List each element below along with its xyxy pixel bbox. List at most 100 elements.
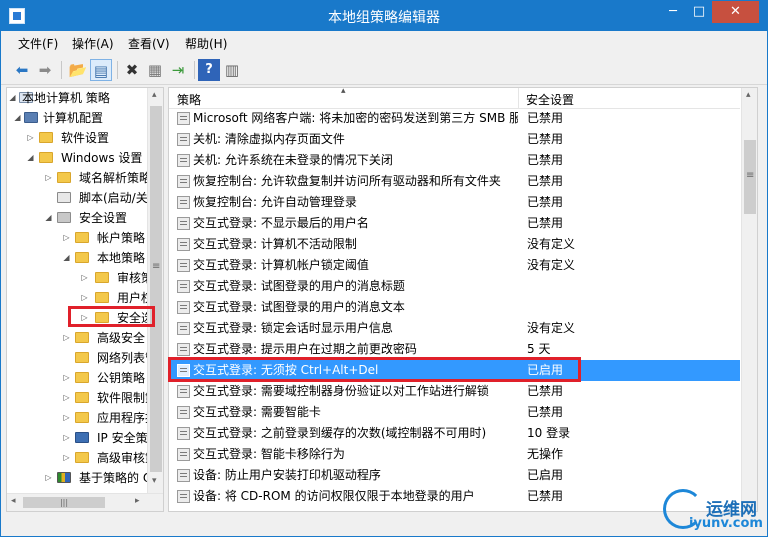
extended-view-icon[interactable]: ▥: [221, 59, 243, 81]
folder-icon: [75, 252, 89, 263]
menu-file[interactable]: 文件(F): [18, 35, 58, 52]
expand-arrow-icon[interactable]: ▷: [62, 368, 71, 388]
console-tree[interactable]: ◢ 本地计算机 策略 ◢ 计算机配置 ▷ 软件设置 ◢ Windows 设置 ▷…: [6, 87, 164, 512]
tree-horizontal-scrollbar[interactable]: ◂ ||| ▸: [7, 493, 163, 511]
table-row[interactable]: 交互式登录: 需要域控制器身份验证以对工作站进行解锁 已禁用: [169, 381, 740, 402]
highlight-selected-policy: [168, 357, 581, 382]
delete-icon[interactable]: ✖: [121, 59, 143, 81]
policy-icon: [177, 154, 190, 167]
column-header-security-setting[interactable]: 安全设置: [526, 91, 574, 108]
table-row[interactable]: Microsoft 网络客户端: 将未加密的密码发送到第三方 SMB 服务器 已禁…: [169, 108, 740, 129]
policy-value: 已禁用: [527, 384, 564, 398]
policy-icon: [177, 385, 190, 398]
policy-icon: [177, 469, 190, 482]
table-row[interactable]: 恢复控制台: 允许自动管理登录 已禁用: [169, 192, 740, 213]
expand-arrow-icon[interactable]: ▷: [62, 328, 71, 348]
list-vertical-scrollbar[interactable]: ▴ ≡: [741, 88, 757, 511]
tree-item-label: 帐户策略: [97, 231, 146, 245]
toolbar-separator: [194, 61, 195, 79]
tree-item-label: 网络列表管理器策略: [97, 351, 147, 365]
table-row[interactable]: 交互式登录: 之前登录到缓存的次数(域控制器不可用时) 10 登录: [169, 423, 740, 444]
table-row[interactable]: 恢复控制台: 允许软盘复制并访问所有驱动器和所有文件夹 已禁用: [169, 171, 740, 192]
toolbar-separator: [117, 61, 118, 79]
expand-arrow-icon[interactable]: ▷: [62, 228, 71, 248]
collapse-arrow-icon[interactable]: ◢: [62, 248, 71, 268]
scroll-right-icon[interactable]: ▸: [135, 496, 140, 506]
list-scroll-thumb[interactable]: ≡: [744, 140, 756, 214]
column-divider[interactable]: [518, 88, 519, 109]
tree-item-label: 软件限制策略: [97, 391, 147, 405]
policy-value: 没有定义: [527, 258, 576, 272]
scroll-up-icon[interactable]: ▴: [152, 90, 157, 100]
tree-item-label: 域名解析策略: [79, 171, 147, 185]
folder-icon: [75, 452, 89, 463]
tree-item-label: 用户权限分配: [117, 291, 147, 305]
minimize-button[interactable]: ─: [660, 1, 686, 23]
table-row[interactable]: 交互式登录: 需要智能卡 已禁用: [169, 402, 740, 423]
tree-hscroll-thumb[interactable]: |||: [23, 497, 105, 508]
folder-icon: [39, 132, 53, 143]
policy-value: 已禁用: [527, 405, 564, 419]
forward-icon[interactable]: ➡: [34, 59, 56, 81]
back-icon[interactable]: ⬅: [11, 59, 33, 81]
table-row[interactable]: 关机: 允许系统在未登录的情况下关闭 已禁用: [169, 150, 740, 171]
scroll-down-icon[interactable]: ▾: [152, 476, 157, 486]
scroll-left-icon[interactable]: ◂: [11, 496, 16, 506]
sort-ascending-icon: ▴: [341, 87, 346, 96]
expand-arrow-icon[interactable]: ▷: [62, 408, 71, 428]
expand-arrow-icon[interactable]: ▷: [62, 428, 71, 448]
collapse-arrow-icon[interactable]: ◢: [26, 148, 35, 168]
expand-arrow-icon[interactable]: ▷: [44, 168, 53, 188]
policy-value: 已禁用: [527, 489, 564, 503]
menu-view[interactable]: 查看(V): [128, 35, 170, 52]
help-icon[interactable]: ?: [198, 59, 220, 81]
scroll-up-icon[interactable]: ▴: [746, 90, 751, 100]
policy-name: 交互式登录: 计算机不活动限制: [193, 237, 357, 251]
table-row[interactable]: 交互式登录: 不显示最后的用户名 已禁用: [169, 213, 740, 234]
table-row[interactable]: 关机: 清除虚拟内存页面文件 已禁用: [169, 129, 740, 150]
table-row[interactable]: 设备: 将 CD-ROM 的访问权限仅限于本地登录的用户 已禁用: [169, 486, 740, 507]
collapse-arrow-icon[interactable]: ◢: [13, 108, 22, 128]
policy-icon: [177, 406, 190, 419]
table-row[interactable]: 交互式登录: 计算机不活动限制 没有定义: [169, 234, 740, 255]
export-icon[interactable]: ⇥: [167, 59, 189, 81]
collapse-arrow-icon[interactable]: ◢: [44, 208, 53, 228]
menu-help[interactable]: 帮助(H): [185, 35, 227, 52]
maximize-button[interactable]: □: [686, 1, 712, 23]
policy-value: 没有定义: [527, 237, 576, 251]
table-row[interactable]: 交互式登录: 计算机帐户锁定阈值 没有定义: [169, 255, 740, 276]
expand-arrow-icon[interactable]: ▷: [26, 128, 35, 148]
tree-scroll-thumb[interactable]: ≡: [150, 106, 162, 472]
policy-name: 交互式登录: 需要域控制器身份验证以对工作站进行解锁: [193, 384, 489, 398]
show-tree-icon[interactable]: ▤: [90, 59, 112, 81]
policy-name: 设备: 防止用户安装打印机驱动程序: [193, 468, 381, 482]
folder-icon: [75, 372, 89, 383]
expand-arrow-icon[interactable]: ▷: [62, 448, 71, 468]
table-row[interactable]: 交互式登录: 锁定会话时显示用户信息 没有定义: [169, 318, 740, 339]
expand-arrow-icon[interactable]: ▷: [44, 468, 53, 488]
policy-name: 恢复控制台: 允许自动管理登录: [193, 195, 357, 209]
policy-icon: [177, 343, 190, 356]
policy-name: 设备: 将 CD-ROM 的访问权限仅限于本地登录的用户: [193, 489, 475, 503]
expand-arrow-icon[interactable]: ▷: [80, 268, 89, 288]
table-row[interactable]: 交互式登录: 试图登录的用户的消息标题: [169, 276, 740, 297]
menu-action[interactable]: 操作(A): [72, 35, 114, 52]
menu-bar: 文件(F) 操作(A) 查看(V) 帮助(H): [1, 31, 767, 53]
tree-vertical-scrollbar[interactable]: ▴ ≡ ▾: [147, 88, 163, 493]
policy-icon: [177, 133, 190, 146]
expand-arrow-icon[interactable]: ▷: [62, 388, 71, 408]
collapse-arrow-icon[interactable]: ◢: [8, 88, 17, 108]
properties-icon[interactable]: ▦: [144, 59, 166, 81]
table-row[interactable]: 交互式登录: 智能卡移除行为 无操作: [169, 444, 740, 465]
close-button[interactable]: ✕: [712, 1, 759, 23]
policy-list: ▴ 策略 安全设置 Microsoft 网络客户端: 将未加密的密码发送到第三方…: [168, 87, 758, 512]
column-header-policy[interactable]: 策略: [177, 91, 201, 108]
folder-icon: [75, 332, 89, 343]
up-folder-icon[interactable]: 📂: [67, 59, 89, 81]
table-row[interactable]: 交互式登录: 试图登录的用户的消息文本: [169, 297, 740, 318]
tree-item-label: 安全设置: [79, 211, 128, 225]
expand-arrow-icon[interactable]: ▷: [80, 288, 89, 308]
table-row[interactable]: 设备: 防止用户安装打印机驱动程序 已启用: [169, 465, 740, 486]
policy-icon: [177, 448, 190, 461]
policy-name: 交互式登录: 试图登录的用户的消息文本: [193, 300, 405, 314]
